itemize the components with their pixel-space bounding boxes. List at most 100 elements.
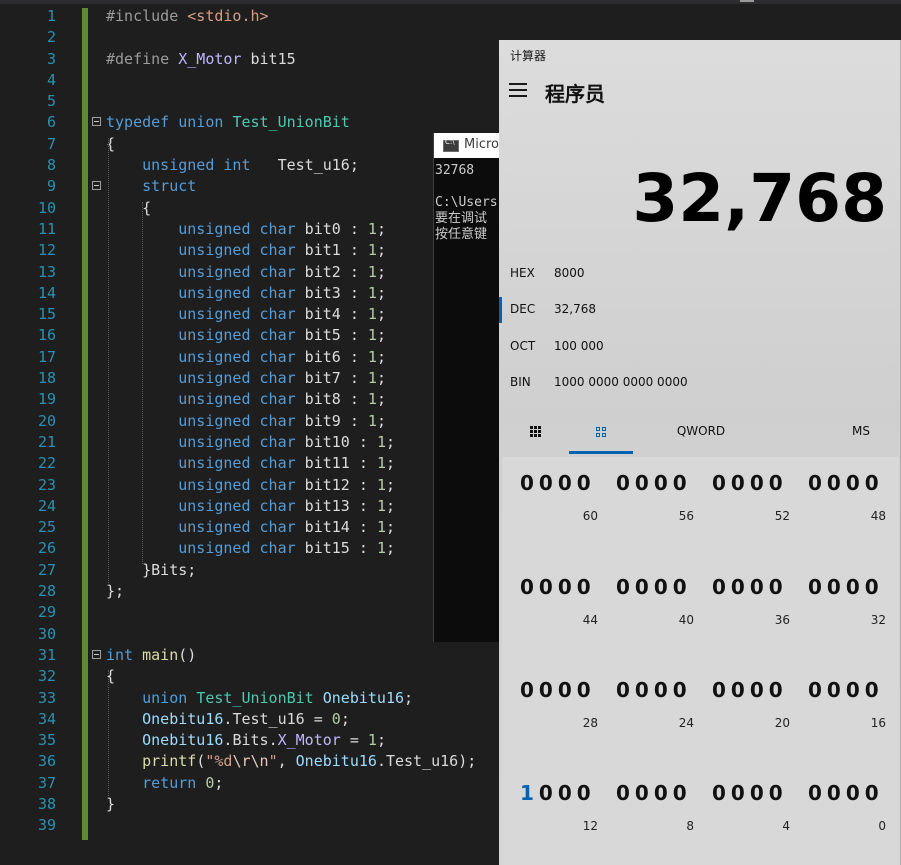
bit-toggle[interactable]: 0 (616, 471, 635, 495)
bit-toggle[interactable]: 0 (827, 678, 846, 702)
bit-toggle[interactable]: 0 (846, 575, 865, 599)
bit-toggle[interactable]: 0 (769, 575, 788, 599)
bit-toggle[interactable]: 0 (520, 471, 539, 495)
bit-toggle[interactable]: 0 (654, 471, 673, 495)
bit-toggle[interactable]: 0 (712, 678, 731, 702)
radix-row-oct[interactable]: OCT 100 000 (499, 332, 901, 362)
bit-toggle[interactable]: 0 (616, 781, 635, 805)
bit-toggle[interactable]: 0 (673, 781, 692, 805)
bit-toggle[interactable]: 0 (750, 678, 769, 702)
keypad-tab[interactable] (519, 410, 551, 454)
bit-toggle[interactable]: 0 (712, 575, 731, 599)
bit-toggle[interactable]: 0 (673, 575, 692, 599)
bit-toggle[interactable]: 0 (808, 781, 827, 805)
bit-toggle[interactable]: 0 (539, 678, 558, 702)
bit-toggle[interactable]: 0 (750, 575, 769, 599)
bit-toggle[interactable]: 0 (654, 781, 673, 805)
bit-toggle[interactable]: 0 (750, 781, 769, 805)
bit-toggle[interactable]: 0 (846, 678, 865, 702)
bit-toggle[interactable]: 0 (846, 781, 865, 805)
bit-toggle[interactable]: 0 (520, 575, 539, 599)
bit-toggle[interactable]: 0 (769, 678, 788, 702)
bit-toggle[interactable]: 0 (616, 678, 635, 702)
code-line[interactable]: } (90, 794, 510, 815)
bit-toggle-tab[interactable] (569, 410, 633, 454)
code-line[interactable]: Onebitu16.Test_u16 = 0; (90, 709, 510, 730)
radix-row-dec[interactable]: DEC 32,768 (499, 295, 901, 325)
bit-toggle[interactable]: 0 (808, 575, 827, 599)
code-line[interactable]: { (90, 666, 510, 687)
hamburger-menu-icon[interactable] (509, 83, 527, 97)
console-window[interactable]: Micro 32768 C:\Users 要在调试 按任意键 (433, 133, 500, 642)
bit-toggle[interactable]: 0 (577, 781, 596, 805)
bit-toggle[interactable]: 0 (558, 575, 577, 599)
bit-toggle[interactable]: 0 (558, 781, 577, 805)
bit-toggle[interactable]: 0 (635, 471, 654, 495)
bit-toggle[interactable]: 0 (577, 471, 596, 495)
bit-toggle[interactable]: 0 (577, 678, 596, 702)
bit-toggle[interactable]: 0 (635, 575, 654, 599)
calculator-window[interactable]: 计算器 程序员 32,768 HEX 8000 DEC 32,768 OCT 100 00… (499, 40, 901, 865)
bit-toggle[interactable]: 0 (731, 781, 750, 805)
bit-toggle[interactable]: 0 (635, 678, 654, 702)
code-token: char (259, 241, 296, 260)
bit-toggle[interactable]: 0 (520, 678, 539, 702)
bit-toggle[interactable]: 0 (558, 678, 577, 702)
bit-toggle[interactable]: 0 (558, 471, 577, 495)
memory-store-button[interactable]: MS (843, 410, 879, 454)
line-number: 15 (37, 305, 56, 324)
bit-toggle[interactable]: 0 (673, 471, 692, 495)
collapse-toggle-icon[interactable] (92, 117, 101, 127)
code-line[interactable]: return 0; (90, 773, 510, 794)
code-line-text: struct (106, 176, 196, 197)
code-line[interactable]: #define X_Motor bit15 (90, 49, 510, 70)
code-line[interactable] (90, 70, 510, 91)
code-token: char (259, 219, 296, 238)
bit-toggle[interactable]: 0 (635, 781, 654, 805)
bit-toggle[interactable]: 0 (769, 781, 788, 805)
bit-toggle[interactable]: 0 (712, 471, 731, 495)
bit-toggle[interactable]: 0 (731, 471, 750, 495)
console-titlebar[interactable]: Micro (434, 133, 500, 158)
bit-toggle[interactable]: 0 (673, 678, 692, 702)
radix-row-hex[interactable]: HEX 8000 (499, 259, 901, 289)
code-line[interactable]: Onebitu16.Bits.X_Motor = 1; (90, 730, 510, 751)
bit-toggle[interactable]: 0 (808, 471, 827, 495)
code-line[interactable] (90, 815, 510, 836)
bit-toggle[interactable]: 0 (731, 678, 750, 702)
bit-toggle[interactable]: 0 (577, 575, 596, 599)
bit-toggle[interactable]: 0 (712, 781, 731, 805)
bit-toggle[interactable]: 0 (654, 678, 673, 702)
bit-toggle[interactable]: 0 (654, 575, 673, 599)
code-line[interactable]: union Test_UnionBit Onebitu16; (90, 688, 510, 709)
bit-toggle[interactable]: 0 (865, 575, 884, 599)
bit-toggle[interactable]: 0 (865, 781, 884, 805)
bit-toggle[interactable]: 0 (846, 471, 865, 495)
bit-toggle[interactable]: 0 (731, 575, 750, 599)
code-line[interactable] (90, 91, 510, 112)
code-line[interactable] (90, 27, 510, 48)
bit-toggle[interactable]: 0 (539, 471, 558, 495)
radix-row-bin[interactable]: BIN 1000 0000 0000 0000 (499, 368, 901, 398)
bit-toggle[interactable]: 0 (616, 575, 635, 599)
code-line[interactable]: typedef union Test_UnionBit (90, 112, 510, 133)
bit-toggle[interactable]: 0 (539, 781, 558, 805)
code-token: Onebitu16 (295, 752, 377, 771)
bit-toggle[interactable]: 0 (750, 471, 769, 495)
code-line[interactable]: #include <stdio.h> (90, 6, 510, 27)
bit-toggle[interactable]: 1 (520, 781, 539, 805)
bit-toggle[interactable]: 0 (827, 781, 846, 805)
bit-toggle[interactable]: 0 (808, 678, 827, 702)
bit-toggle[interactable]: 0 (827, 575, 846, 599)
bit-toggle[interactable]: 0 (539, 575, 558, 599)
code-line[interactable]: printf("%d\r\n", Onebitu16.Test_u16); (90, 751, 510, 772)
bit-toggle[interactable]: 0 (865, 471, 884, 495)
collapse-toggle-icon[interactable] (92, 181, 101, 191)
word-size-button[interactable]: QWORD (665, 410, 737, 454)
bit-toggle[interactable]: 0 (827, 471, 846, 495)
collapse-toggle-icon[interactable] (92, 649, 101, 659)
bit-toggle[interactable]: 0 (769, 471, 788, 495)
code-token: ; (385, 518, 395, 537)
bit-toggle[interactable]: 0 (865, 678, 884, 702)
code-line[interactable]: int main() (90, 645, 510, 666)
